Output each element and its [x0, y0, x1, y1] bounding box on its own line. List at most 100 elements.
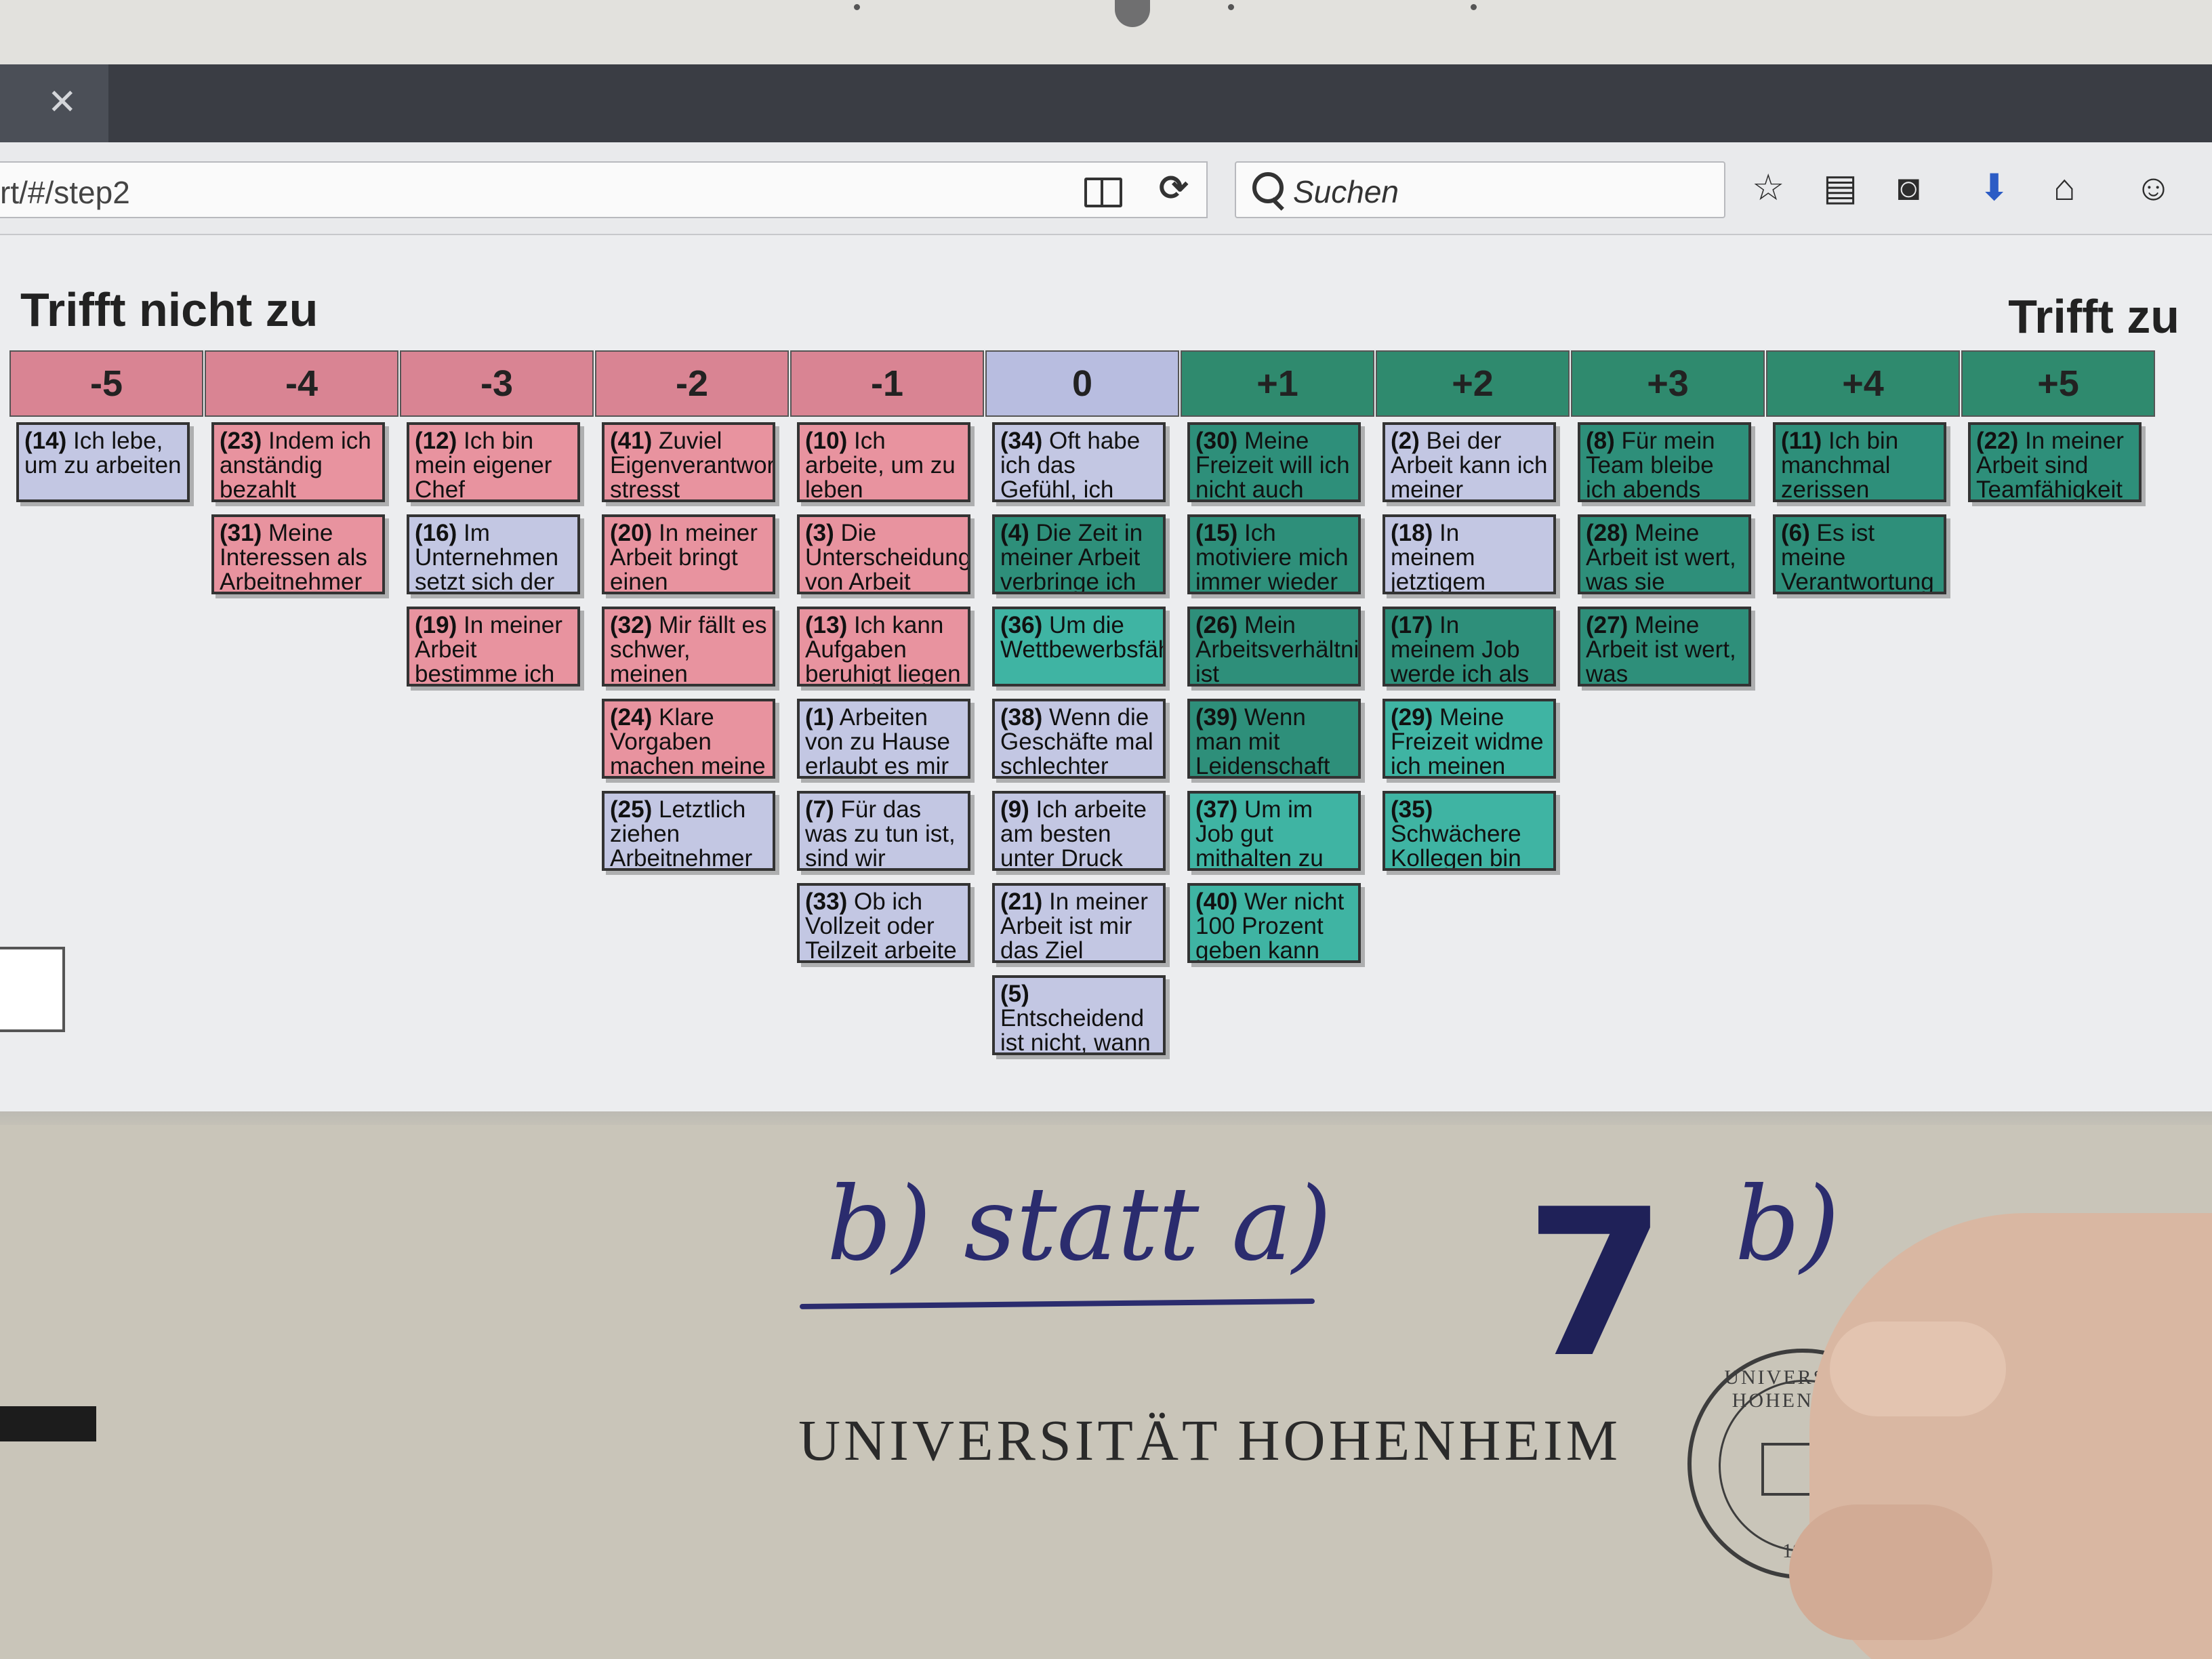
handwritten-b: b) [1735, 1166, 1840, 1284]
statement-card[interactable]: (32) Mir fällt es schwer, meinen [602, 607, 775, 687]
browser-toolbar: rt/#/step2 ⟳ Suchen ☆ ▤ ◙ ⬇ ⌂ ☺ [0, 142, 2212, 235]
column-minus2: -2(41) Zuviel Eigenverantwortung stresst… [595, 350, 789, 883]
statement-card[interactable]: (31) Meine Interessen als Arbeitnehmer [211, 514, 385, 594]
statement-card[interactable]: (26) Mein Arbeitsverhältnis ist [1187, 607, 1361, 687]
statement-number: (4) [1000, 520, 1029, 546]
bookmark-star-icon[interactable]: ☆ [1752, 169, 1784, 206]
statement-number: (14) [24, 428, 67, 454]
statement-card[interactable]: (25) Letztlich ziehen Arbeitnehmer [602, 791, 775, 871]
url-text[interactable]: rt/#/step2 [0, 174, 130, 211]
home-icon[interactable]: ⌂ [2053, 169, 2076, 206]
statement-card[interactable]: (9) Ich arbeite am besten unter Druck [992, 791, 1166, 871]
statement-card[interactable]: (13) Ich kann Aufgaben beruhigt liegen [797, 607, 970, 687]
column-drop-zone[interactable]: (30) Meine Freizeit will ich nicht auch(… [1181, 417, 1374, 963]
statement-number: (34) [1000, 428, 1043, 454]
handwritten-note: b) statt a) [827, 1166, 1332, 1284]
close-tab-icon[interactable]: ✕ [47, 85, 77, 120]
column-header: -1 [790, 350, 984, 417]
statement-card[interactable]: (7) Für das was zu tun ist, sind wir [797, 791, 970, 871]
statement-card[interactable]: (8) Für mein Team bleibe ich abends [1578, 422, 1751, 502]
statement-card[interactable]: (15) Ich motiviere mich immer wieder [1187, 514, 1361, 594]
statement-card[interactable]: (40) Wer nicht 100 Prozent geben kann [1187, 883, 1361, 963]
statement-number: (33) [805, 888, 848, 915]
statement-card[interactable]: (4) Die Zeit in meiner Arbeit verbringe … [992, 514, 1166, 594]
side-panel-button[interactable] [0, 947, 65, 1032]
photo-scene: ✕ rt/#/step2 ⟳ Suchen ☆ ▤ ◙ ⬇ ⌂ ☺ Trifft… [0, 0, 2212, 1659]
search-bar[interactable]: Suchen [1235, 161, 1725, 218]
webcam [1115, 0, 1150, 27]
statement-card[interactable]: (37) Um im Job gut mithalten zu können [1187, 791, 1361, 871]
statement-card[interactable]: (23) Indem ich anständig bezahlt [211, 422, 385, 502]
reload-icon[interactable]: ⟳ [1159, 168, 1189, 209]
column-drop-zone[interactable]: (10) Ich arbeite, um zu leben (3) Die Unt… [790, 417, 984, 963]
browser-tab[interactable]: ✕ [0, 64, 108, 142]
pocket-icon[interactable]: ◙ [1898, 169, 1920, 206]
column-drop-zone[interactable]: (14) Ich lebe, um zu arbeiten [9, 417, 203, 502]
statement-card[interactable]: (33) Ob ich Vollzeit oder Teilzeit arbei… [797, 883, 970, 963]
statement-number: (22) [1976, 428, 2019, 454]
statement-card[interactable]: (28) Meine Arbeit ist wert, was sie [1578, 514, 1751, 594]
statement-card[interactable]: (24) Klare Vorgaben machen meine [602, 699, 775, 779]
statement-number: (31) [220, 520, 262, 546]
statement-card[interactable]: (1) Arbeiten von zu Hause erlaubt es mir [797, 699, 970, 779]
statement-card[interactable]: (10) Ich arbeite, um zu leben [797, 422, 970, 502]
statement-number: (30) [1195, 428, 1238, 454]
chat-icon[interactable]: ☺ [2135, 169, 2172, 206]
statement-number: (25) [610, 796, 653, 823]
statement-number: (41) [610, 428, 653, 454]
statement-card[interactable]: (41) Zuviel Eigenverantwortung stresst [602, 422, 775, 502]
statement-number: (23) [220, 428, 262, 454]
statement-number: (17) [1391, 612, 1433, 638]
statement-card[interactable]: (16) Im Unternehmen setzt sich der [407, 514, 580, 594]
statement-card[interactable]: (39) Wenn man mit Leidenschaft [1187, 699, 1361, 779]
statement-card[interactable]: (36) Um die Wettbewerbsfähigkeit [992, 607, 1166, 687]
bezel-sensor [1471, 4, 1477, 10]
column-header: +4 [1766, 350, 1960, 417]
statement-card[interactable]: (22) In meiner Arbeit sind Teamfähigkeit [1968, 422, 2142, 502]
statement-card[interactable]: (30) Meine Freizeit will ich nicht auch [1187, 422, 1361, 502]
column-plus4: +4 (11) Ich bin manchmal zerissen (6) Es i… [1766, 350, 1960, 607]
column-header: 0 [985, 350, 1179, 417]
statement-card[interactable]: (38) Wenn die Geschäfte mal schlechter [992, 699, 1166, 779]
column-drop-zone[interactable]: (8) Für mein Team bleibe ich abends (28) … [1571, 417, 1765, 687]
statement-number: (29) [1391, 704, 1433, 731]
search-input[interactable]: Suchen [1293, 173, 1399, 210]
download-icon[interactable]: ⬇ [1979, 169, 2009, 206]
column-plus1: +1 (30) Meine Freizeit will ich nicht auc… [1181, 350, 1374, 975]
statement-card[interactable]: (34) Oft habe ich das Gefühl, ich [992, 422, 1166, 502]
statement-number: (16) [415, 520, 457, 546]
statement-card[interactable]: (19) In meiner Arbeit bestimme ich [407, 607, 580, 687]
statement-card[interactable]: (11) Ich bin manchmal zerissen [1773, 422, 1946, 502]
column-header: +3 [1571, 350, 1765, 417]
statement-number: (3) [805, 520, 834, 546]
statement-text: Entscheidend ist nicht, wann [1000, 1005, 1151, 1055]
statement-card[interactable]: (2) Bei der Arbeit kann ich meiner [1382, 422, 1556, 502]
statement-card[interactable]: (21) In meiner Arbeit ist mir das Ziel [992, 883, 1166, 963]
column-drop-zone[interactable]: (11) Ich bin manchmal zerissen (6) Es ist… [1766, 417, 1960, 594]
statement-card[interactable]: (29) Meine Freizeit widme ich meinen [1382, 699, 1556, 779]
statement-card[interactable]: (14) Ich lebe, um zu arbeiten [16, 422, 190, 502]
column-drop-zone[interactable]: (23) Indem ich anständig bezahlt (31) Mei… [205, 417, 398, 594]
statement-card[interactable]: (3) Die Unterscheidung von Arbeit [797, 514, 970, 594]
column-drop-zone[interactable]: (12) Ich bin mein eigener Chef (16) Im Un… [400, 417, 594, 687]
column-drop-zone[interactable]: (2) Bei der Arbeit kann ich meiner (18) I… [1376, 417, 1570, 871]
column-header: -4 [205, 350, 398, 417]
column-drop-zone[interactable]: (22) In meiner Arbeit sind Teamfähigkeit [1961, 417, 2155, 502]
column-drop-zone[interactable]: (41) Zuviel Eigenverantwortung stresst (2… [595, 417, 789, 871]
address-bar[interactable]: rt/#/step2 ⟳ [0, 161, 1208, 218]
statement-card[interactable]: (6) Es ist meine Verantwortung [1773, 514, 1946, 594]
column-plus2: +2 (2) Bei der Arbeit kann ich meiner (18)… [1376, 350, 1570, 883]
statement-card[interactable]: (18) In meinem jetztigem Unternehmen [1382, 514, 1556, 594]
laptop-edge-bar [0, 1406, 96, 1441]
statement-card[interactable]: (27) Meine Arbeit ist wert, was [1578, 607, 1751, 687]
bookmarks-list-icon[interactable]: ▤ [1823, 169, 1858, 206]
statement-card[interactable]: (17) In meinem Job werde ich als ganze [1382, 607, 1556, 687]
statement-card[interactable]: (5) Entscheidend ist nicht, wann [992, 975, 1166, 1055]
statement-card[interactable]: (35) Schwächere Kollegen bin [1382, 791, 1556, 871]
reader-view-icon[interactable] [1084, 178, 1122, 207]
statement-number: (15) [1195, 520, 1238, 546]
column-drop-zone[interactable]: (34) Oft habe ich das Gefühl, ich (4) Die… [985, 417, 1179, 1055]
statement-card[interactable]: (20) In meiner Arbeit bringt einen [602, 514, 775, 594]
statement-number: (7) [805, 796, 834, 823]
statement-card[interactable]: (12) Ich bin mein eigener Chef [407, 422, 580, 502]
